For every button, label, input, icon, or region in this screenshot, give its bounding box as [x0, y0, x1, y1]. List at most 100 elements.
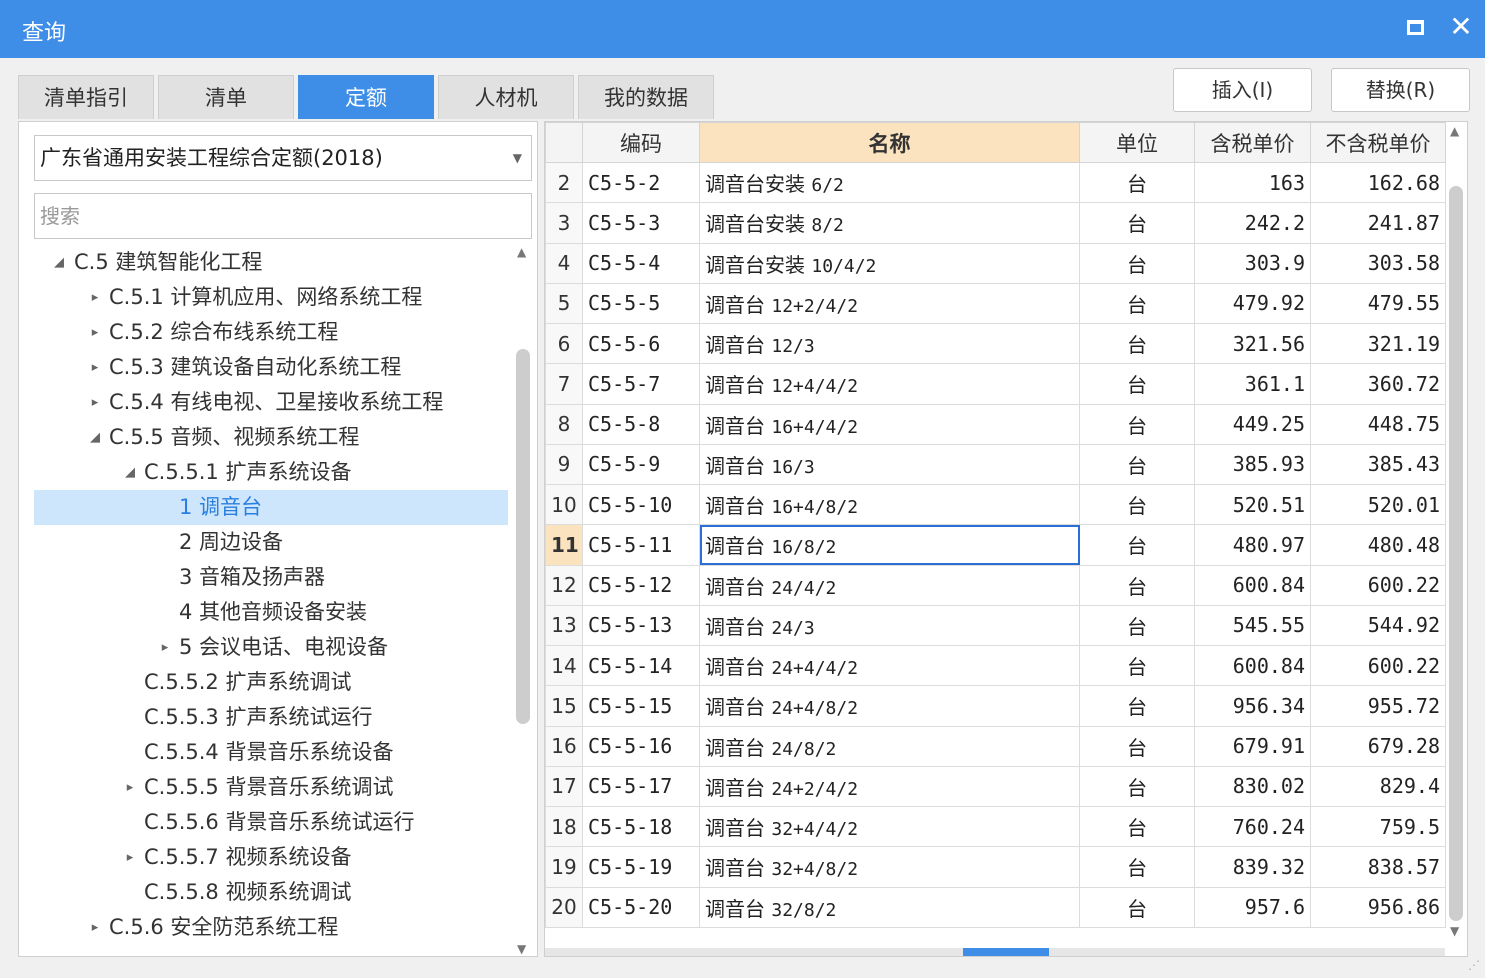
tree-node[interactable]: ▸ C.5.5.7 视频系统设备: [34, 840, 508, 875]
cell-price-tax[interactable]: 242.2: [1194, 202, 1311, 244]
table-row[interactable]: 7 C5-5-7 调音台 12+4/4/2 台 361.1 360.72: [545, 363, 1446, 405]
cell-unit[interactable]: 台: [1079, 765, 1195, 808]
triangle-right-icon[interactable]: ▸: [86, 385, 104, 420]
maximize-icon[interactable]: [1407, 20, 1424, 35]
cell-price-notax[interactable]: 385.43: [1310, 443, 1446, 486]
cell-unit[interactable]: 台: [1079, 886, 1195, 928]
tree-scroll-thumb[interactable]: [516, 349, 530, 724]
table-row[interactable]: 20 C5-5-20 调音台 32/8/2 台 957.6 956.86: [545, 886, 1446, 928]
triangle-down-icon[interactable]: ◢: [121, 455, 139, 490]
row-number[interactable]: 14: [545, 644, 583, 687]
search-input[interactable]: 搜索: [34, 193, 532, 239]
cell-price-notax[interactable]: 679.28: [1310, 725, 1446, 767]
row-number[interactable]: 8: [545, 403, 583, 445]
triangle-down-icon[interactable]: ◢: [50, 245, 68, 280]
table-row[interactable]: 13 C5-5-13 调音台 24/3 台 545.55 544.92: [545, 604, 1446, 647]
table-row[interactable]: 10 C5-5-10 调音台 16+4/8/2 台 520.51 520.01: [545, 483, 1446, 526]
cell-name[interactable]: 调音台 32+4/4/2: [699, 805, 1080, 848]
cell-price-notax[interactable]: 520.01: [1310, 483, 1446, 526]
cell-name[interactable]: 调音台 24+4/8/2: [699, 685, 1080, 727]
cell-code[interactable]: C5-5-5: [582, 282, 700, 325]
tree-node[interactable]: 4 其他音频设备安装: [34, 595, 508, 630]
tree-node[interactable]: C.5.5.6 背景音乐系统试运行: [34, 805, 508, 840]
cell-code[interactable]: C5-5-14: [582, 644, 700, 687]
cell-name[interactable]: 调音台 32/8/2: [699, 886, 1080, 928]
table-row[interactable]: 11 C5-5-11 调音台 16/8/2 台 480.97 480.48: [545, 524, 1446, 566]
cell-name[interactable]: 调音台 16/3: [699, 443, 1080, 486]
col-header-price-tax[interactable]: 含税单价: [1194, 122, 1311, 163]
cell-code[interactable]: C5-5-19: [582, 846, 700, 888]
tab-guide[interactable]: 清单指引: [18, 75, 154, 119]
scroll-down-icon[interactable]: ▼: [1450, 924, 1459, 938]
col-header-price-notax[interactable]: 不含税单价: [1310, 122, 1446, 163]
row-number[interactable]: 13: [545, 604, 583, 647]
tree-node[interactable]: C.5.5.2 扩声系统调试: [34, 665, 508, 700]
table-row[interactable]: 8 C5-5-8 调音台 16+4/4/2 台 449.25 448.75: [545, 403, 1446, 445]
table-row[interactable]: 12 C5-5-12 调音台 24/4/2 台 600.84 600.22: [545, 564, 1446, 606]
cell-price-notax[interactable]: 600.22: [1310, 564, 1446, 606]
col-header-code[interactable]: 编码: [582, 122, 700, 163]
table-row[interactable]: 4 C5-5-4 调音台安装 10/4/2 台 303.9 303.58: [545, 242, 1446, 284]
row-number[interactable]: 4: [545, 242, 583, 284]
triangle-right-icon[interactable]: ▸: [121, 770, 139, 805]
row-number[interactable]: 12: [545, 564, 583, 606]
replace-button[interactable]: 替换(R): [1331, 68, 1470, 112]
cell-price-notax[interactable]: 955.72: [1310, 685, 1446, 727]
row-number[interactable]: 9: [545, 443, 583, 486]
cell-price-tax[interactable]: 303.9: [1194, 242, 1311, 284]
table-scrollbar[interactable]: ▲ ▼: [1445, 122, 1467, 938]
cell-price-tax[interactable]: 480.97: [1194, 524, 1311, 566]
tab-materials[interactable]: 人材机: [438, 75, 574, 119]
cell-price-notax[interactable]: 241.87: [1310, 202, 1446, 244]
cell-unit[interactable]: 台: [1079, 604, 1195, 647]
cell-price-notax[interactable]: 480.48: [1310, 524, 1446, 566]
cell-price-notax[interactable]: 759.5: [1310, 805, 1446, 848]
cell-code[interactable]: C5-5-6: [582, 322, 700, 365]
tree-node[interactable]: ▸ C.5.2 综合布线系统工程: [34, 315, 508, 350]
cell-unit[interactable]: 台: [1079, 725, 1195, 767]
cell-price-tax[interactable]: 321.56: [1194, 322, 1311, 365]
triangle-right-icon[interactable]: ▸: [86, 280, 104, 315]
row-number[interactable]: 17: [545, 765, 583, 808]
tab-bill[interactable]: 清单: [158, 75, 294, 119]
cell-price-notax[interactable]: 600.22: [1310, 644, 1446, 687]
cell-unit[interactable]: 台: [1079, 805, 1195, 848]
cell-price-tax[interactable]: 679.91: [1194, 725, 1311, 767]
cell-unit[interactable]: 台: [1079, 483, 1195, 526]
row-number[interactable]: 3: [545, 202, 583, 244]
cell-price-tax[interactable]: 600.84: [1194, 564, 1311, 606]
cell-code[interactable]: C5-5-8: [582, 403, 700, 445]
cell-price-notax[interactable]: 303.58: [1310, 242, 1446, 284]
tree-scrollbar[interactable]: ▲ ▼: [513, 245, 533, 956]
cell-unit[interactable]: 台: [1079, 202, 1195, 244]
cell-code[interactable]: C5-5-12: [582, 564, 700, 606]
insert-button[interactable]: 插入(I): [1173, 68, 1312, 112]
cell-price-notax[interactable]: 162.68: [1310, 161, 1446, 204]
cell-code[interactable]: C5-5-3: [582, 202, 700, 244]
tab-my-data[interactable]: 我的数据: [578, 75, 714, 119]
tree-node[interactable]: C.5.5.8 视频系统调试: [34, 875, 508, 910]
cell-name[interactable]: 调音台 24+2/4/2: [699, 765, 1080, 808]
cell-unit[interactable]: 台: [1079, 403, 1195, 445]
cell-price-notax[interactable]: 479.55: [1310, 282, 1446, 325]
col-header-unit[interactable]: 单位: [1079, 122, 1195, 163]
cell-code[interactable]: C5-5-20: [582, 886, 700, 928]
cell-name[interactable]: 调音台安装 6/2: [699, 161, 1080, 204]
cell-price-tax[interactable]: 839.32: [1194, 846, 1311, 888]
horizontal-scrollbar[interactable]: [545, 948, 1445, 956]
cell-unit[interactable]: 台: [1079, 322, 1195, 365]
tree-node[interactable]: 3 音箱及扬声器: [34, 560, 508, 595]
tree-node[interactable]: C.5.5.4 背景音乐系统设备: [34, 735, 508, 770]
cell-unit[interactable]: 台: [1079, 846, 1195, 888]
col-header-rownum[interactable]: [545, 122, 583, 163]
cell-price-tax[interactable]: 545.55: [1194, 604, 1311, 647]
tree-node[interactable]: ◢ C.5 建筑智能化工程: [34, 245, 508, 280]
table-row[interactable]: 17 C5-5-17 调音台 24+2/4/2 台 830.02 829.4: [545, 765, 1446, 808]
cell-price-tax[interactable]: 361.1: [1194, 363, 1311, 405]
row-number[interactable]: 20: [545, 886, 583, 928]
cell-name[interactable]: 调音台 32+4/8/2: [699, 846, 1080, 888]
cell-code[interactable]: C5-5-11: [582, 524, 700, 566]
cell-unit[interactable]: 台: [1079, 524, 1195, 566]
triangle-right-icon[interactable]: ▸: [86, 350, 104, 385]
cell-price-notax[interactable]: 321.19: [1310, 322, 1446, 365]
